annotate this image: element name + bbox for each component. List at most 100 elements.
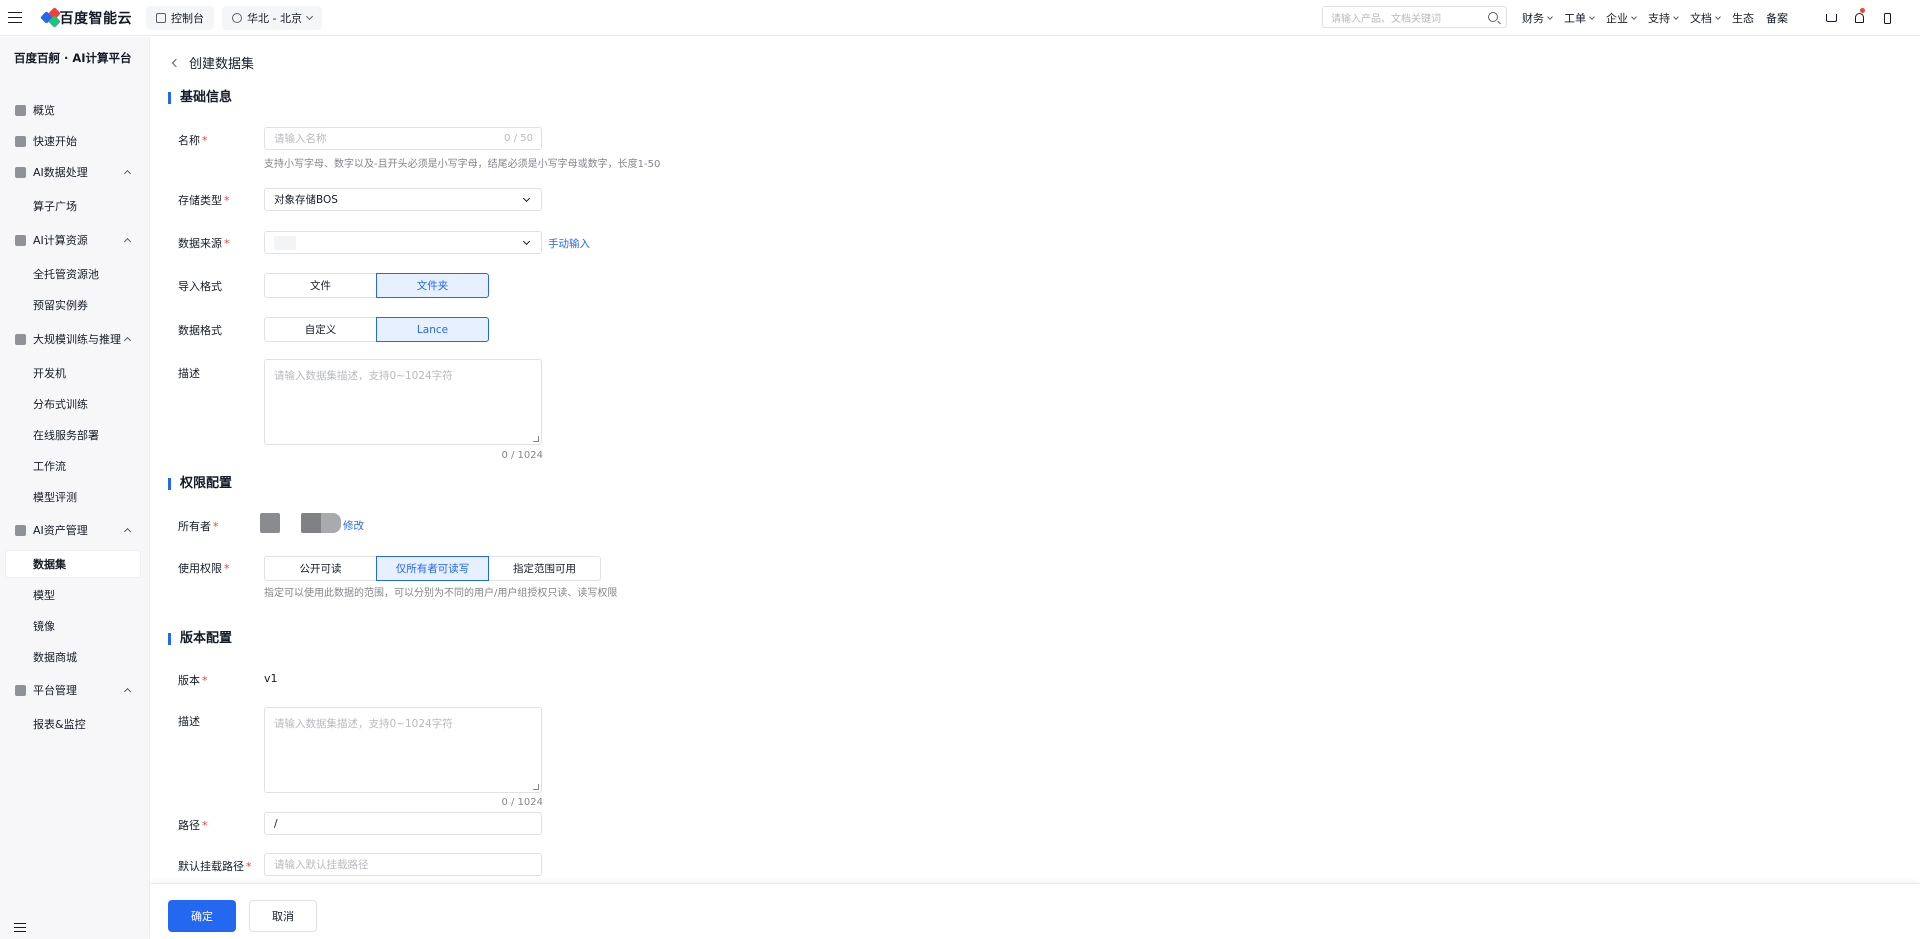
sidebar-item[interactable]: AI资产管理 xyxy=(6,517,140,543)
description-textarea[interactable]: 请输入数据集描述，支持0~1024字符 xyxy=(264,359,542,445)
sidebar-item[interactable]: 快速开始 xyxy=(6,128,140,154)
sidebar-item[interactable]: 数据集 xyxy=(6,551,140,577)
name-placeholder: 请输入名称 xyxy=(274,133,327,145)
sidebar-item-label: 开发机 xyxy=(33,367,66,380)
top-menu: 财务 工单 企业 支持 文档 生态 备案 xyxy=(1522,0,1800,36)
sidebar-item[interactable]: 算子广场 xyxy=(6,193,140,219)
sidebar-item-label: 算子广场 xyxy=(33,200,77,213)
storage-label: 存储类型 * xyxy=(178,194,230,207)
region-select[interactable]: 华北 - 北京 xyxy=(222,5,322,30)
segment-option[interactable]: 公开可读 xyxy=(264,556,377,581)
resize-handle[interactable] xyxy=(533,784,539,790)
sidebar-item[interactable]: 分布式训练 xyxy=(6,391,140,417)
bell-icon[interactable] xyxy=(1845,0,1873,36)
owner-name-redacted xyxy=(301,513,341,533)
search-icon[interactable] xyxy=(1488,12,1498,22)
sidebar-item[interactable]: 工作流 xyxy=(6,453,140,479)
path-value: / xyxy=(274,817,278,830)
sidebar-item[interactable]: 报表&监控 xyxy=(6,711,140,737)
name-input[interactable]: 请输入名称 0 / 50 xyxy=(264,127,542,150)
path-label: 路径 * xyxy=(178,819,208,832)
back-icon[interactable] xyxy=(171,58,181,67)
sidebar-item[interactable]: 全托管资源池 xyxy=(6,261,140,287)
resize-handle[interactable] xyxy=(533,436,539,442)
sidebar-item[interactable]: 开发机 xyxy=(6,360,140,386)
owner-edit-link[interactable]: 修改 xyxy=(343,518,364,533)
console-button[interactable]: 控制台 xyxy=(146,5,214,30)
sidebar-item[interactable]: 平台管理 xyxy=(6,677,140,703)
sidebar-item[interactable]: 镜像 xyxy=(6,613,140,639)
collapse-sidebar-icon[interactable] xyxy=(14,923,26,933)
usage-permission-label: 使用权限 * xyxy=(178,562,230,575)
top-menu-item[interactable]: 财务 xyxy=(1522,10,1553,26)
sidebar-item[interactable]: 大规模训练与推理 xyxy=(6,326,140,352)
phone-icon[interactable] xyxy=(1873,0,1901,36)
sidebar-item-label: 工作流 xyxy=(33,460,66,473)
sidebar-item[interactable]: 概览 xyxy=(6,97,140,123)
data-format-label: 数据格式 xyxy=(178,324,222,337)
segment-option[interactable]: 仅所有者可读写 xyxy=(376,556,489,581)
sidebar-item[interactable]: AI计算资源 xyxy=(6,227,140,253)
data-source-select[interactable] xyxy=(264,231,542,254)
sidebar-item[interactable]: 模型 xyxy=(6,582,140,608)
sidebar-item-label: 在线服务部署 xyxy=(33,429,99,442)
segment-option[interactable]: 文件夹 xyxy=(376,273,489,298)
sidebar-item[interactable]: AI数据处理 xyxy=(6,159,140,185)
version-description-char-count: 0 / 1024 xyxy=(501,797,543,808)
menu-icon[interactable] xyxy=(0,0,30,36)
sidebar-title: 百度百舸 · AI计算平台 xyxy=(14,51,132,65)
segment-option[interactable]: 文件 xyxy=(264,273,377,298)
source-label: 数据来源 * xyxy=(178,237,230,250)
storage-value: 对象存储BOS xyxy=(274,194,338,206)
sidebar-item[interactable]: 预留实例券 xyxy=(6,292,140,318)
owner-avatar xyxy=(260,513,280,533)
training-icon xyxy=(15,333,26,345)
description-placeholder: 请输入数据集描述，支持0~1024字符 xyxy=(274,370,453,382)
manual-input-link[interactable]: 手动输入 xyxy=(548,236,590,251)
top-menu-item[interactable]: 支持 xyxy=(1648,10,1679,26)
storage-type-select[interactable]: 对象存储BOS xyxy=(264,188,542,211)
import-format-label: 导入格式 xyxy=(178,280,222,293)
asset-icon xyxy=(15,524,26,536)
brand-name: 百度智能云 xyxy=(59,10,132,27)
mount-path-placeholder: 请输入默认挂载路径 xyxy=(274,859,369,871)
version-description-textarea[interactable]: 请输入数据集描述，支持0~1024字符 xyxy=(264,707,542,793)
section-title-basic: 基础信息 xyxy=(168,91,232,104)
data-process-icon xyxy=(15,166,26,178)
sidebar-item-label: 分布式训练 xyxy=(33,398,88,411)
top-menu-item[interactable]: 工单 xyxy=(1564,10,1595,26)
sidebar-item-label: 报表&监控 xyxy=(33,718,86,731)
cancel-button[interactable]: 取消 xyxy=(249,900,317,932)
top-menu-item[interactable]: 文档 xyxy=(1690,10,1721,26)
mount-path-input[interactable]: 请输入默认挂载路径 xyxy=(264,853,542,876)
usage-permission-hint: 指定可以使用此数据的范围，可以分别为不同的用户/用户组授权只读、读写权限 xyxy=(264,588,618,599)
sidebar-item[interactable]: 数据商城 xyxy=(6,644,140,670)
sidebar-item[interactable]: 模型评测 xyxy=(6,484,140,510)
chevron-up-icon xyxy=(123,687,132,696)
path-input[interactable]: / xyxy=(264,812,542,835)
section-title-version: 版本配置 xyxy=(168,632,232,645)
source-placeholder-chip xyxy=(274,235,296,250)
confirm-button[interactable]: 确定 xyxy=(168,900,236,932)
cart-icon[interactable] xyxy=(1817,0,1845,36)
chevron-down-icon xyxy=(522,194,531,203)
region-label: 华北 - 北京 xyxy=(247,11,302,25)
sidebar-item-label: 预留实例券 xyxy=(33,299,88,312)
brand-logo[interactable]: 百度智能云 xyxy=(40,6,132,30)
segment-option[interactable]: 指定范围可用 xyxy=(488,556,601,581)
server-icon xyxy=(15,234,26,246)
search-placeholder: 请输入产品、文档关键词 xyxy=(1331,13,1441,25)
top-menu-item[interactable]: 企业 xyxy=(1606,10,1637,26)
top-menu-item[interactable]: 生态 xyxy=(1732,10,1754,26)
segment-option[interactable]: 自定义 xyxy=(264,317,377,342)
segment-option[interactable]: Lance xyxy=(376,317,489,342)
console-label: 控制台 xyxy=(171,11,204,25)
sidebar-item-label: 平台管理 xyxy=(33,684,77,697)
layers-icon xyxy=(15,684,26,696)
notification-dot xyxy=(1860,8,1865,13)
sidebar-item-label: 模型 xyxy=(33,589,55,602)
sidebar-item[interactable]: 在线服务部署 xyxy=(6,422,140,448)
search-input[interactable]: 请输入产品、文档关键词 xyxy=(1322,6,1507,28)
top-menu-item[interactable]: 备案 xyxy=(1766,10,1788,26)
chevron-down-icon xyxy=(1589,13,1595,20)
